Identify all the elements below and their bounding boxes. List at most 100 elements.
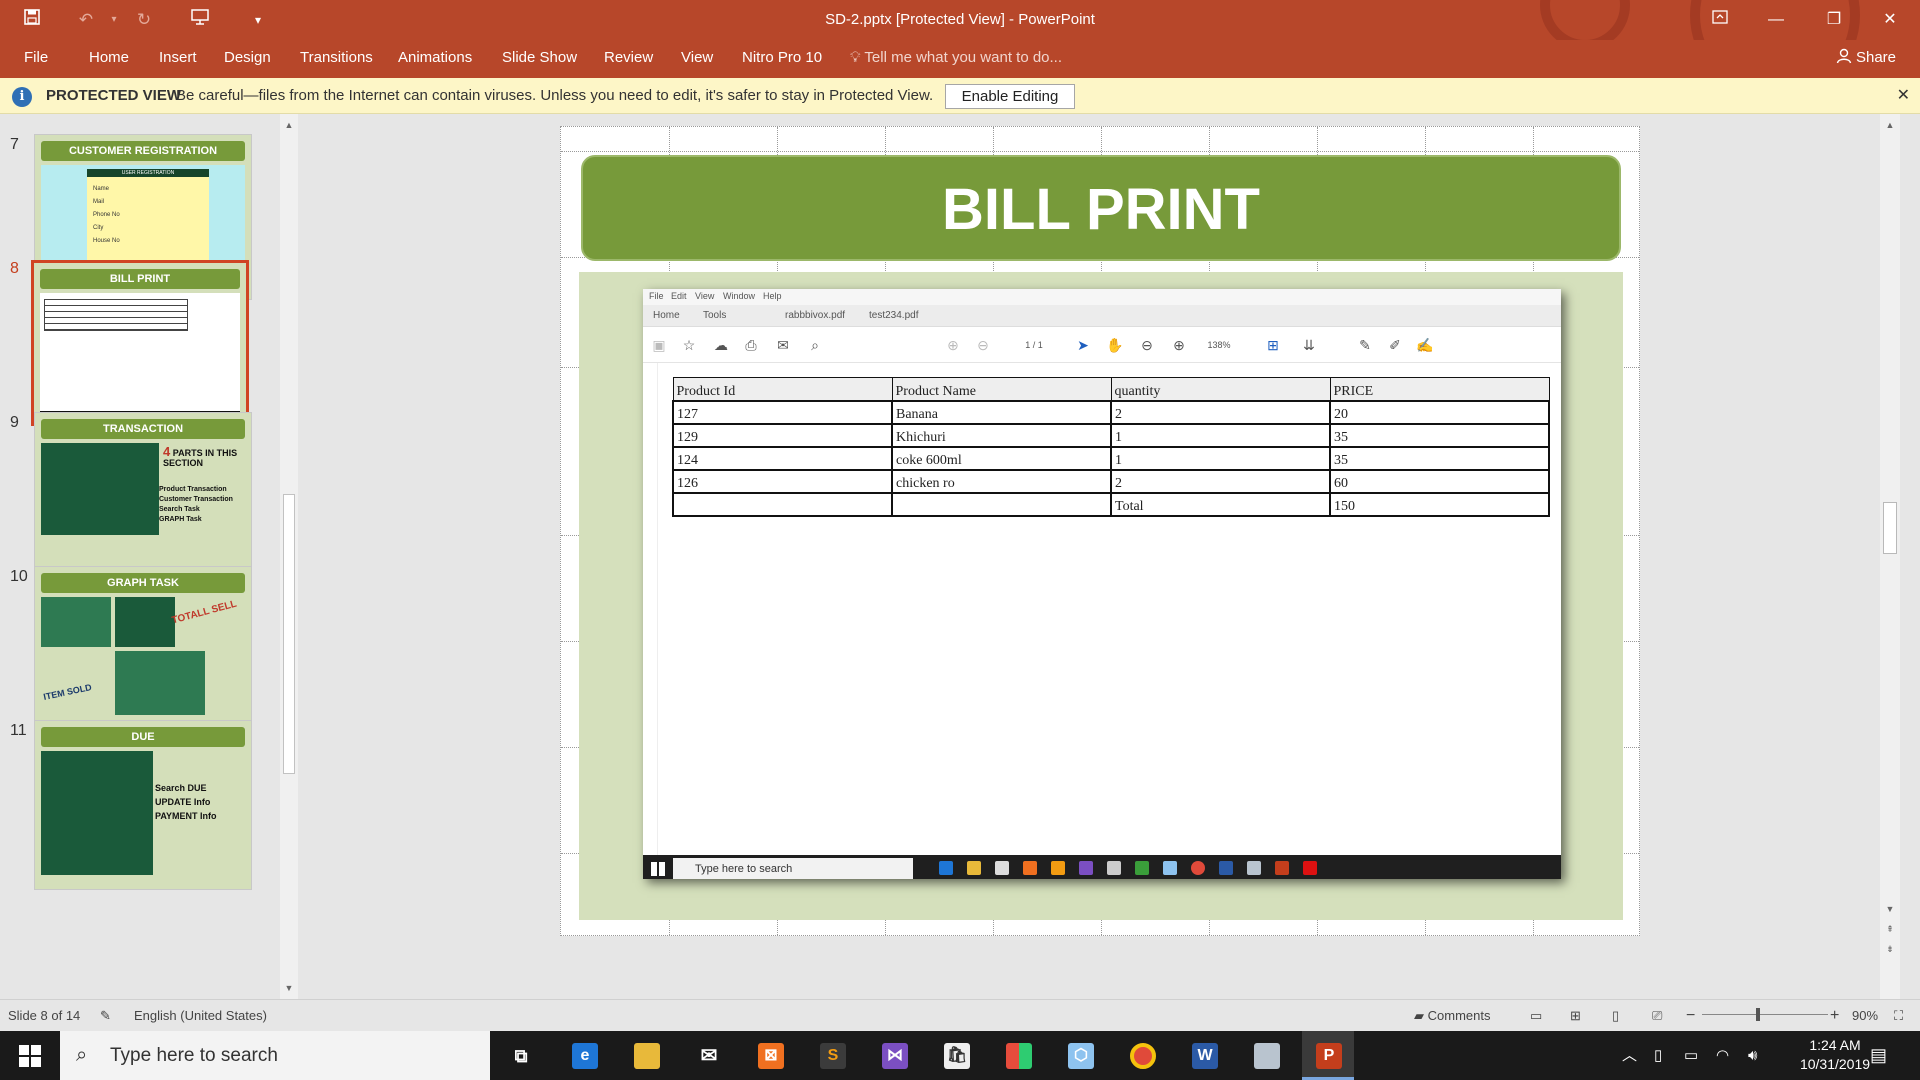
thumbnail-scrollbar[interactable]: ▲ ▼ [280, 114, 298, 999]
field-label: Mail [93, 199, 105, 205]
mail-icon: ✉ [700, 1045, 718, 1067]
store-button[interactable]: 🛍︎ [930, 1031, 982, 1080]
status-bar: Slide 8 of 14 ✎ English (United States) … [0, 999, 1920, 1031]
scroll-down-icon[interactable]: ▼ [1881, 900, 1899, 918]
minimize-icon[interactable]: — [1752, 0, 1800, 40]
editor-scrollbar[interactable]: ▲ ▼ ⇞ ⇟ [1880, 114, 1900, 999]
start-slideshow-icon[interactable] [186, 6, 214, 34]
xampp-button[interactable]: ⊠ [744, 1031, 796, 1080]
parts-text: 4 PARTS IN THIS SECTION [163, 445, 243, 468]
table-cell: 2 [1110, 399, 1331, 425]
tab-insert[interactable]: Insert [159, 40, 197, 78]
zoom-slider-handle[interactable] [1756, 1008, 1760, 1021]
mail-button[interactable]: ✉ [682, 1031, 734, 1080]
scroll-up-icon[interactable]: ▲ [280, 116, 298, 134]
time: 1:24 AM [1809, 1037, 1861, 1053]
table-cell: 150 [1329, 491, 1550, 517]
slide-title[interactable]: BILL PRINT [581, 155, 1621, 261]
parts-label: PARTS IN THIS SECTION [163, 448, 238, 468]
save-icon[interactable] [18, 6, 46, 34]
clock[interactable]: 1:24 AM 10/31/2019 [1790, 1036, 1880, 1074]
tab-home[interactable]: Home [89, 40, 129, 78]
network-app-button[interactable] [1240, 1031, 1292, 1080]
pdf-reader-screenshot[interactable]: File Edit View Window Help Home Tools ra… [643, 289, 1561, 879]
tab-design[interactable]: Design [224, 40, 271, 78]
zoom-slider[interactable] [1702, 1008, 1828, 1021]
tab-slide-show[interactable]: Slide Show [502, 40, 577, 78]
powerpoint-button[interactable]: P [1302, 1031, 1354, 1080]
tell-me-search[interactable]: 💡︎ Tell me what you want to do... [850, 40, 1062, 78]
notifications-icon[interactable]: ▤ [1870, 1031, 1887, 1080]
folder-icon [634, 1043, 660, 1069]
close-icon[interactable]: ✕ [1866, 0, 1914, 40]
fit-slide-icon[interactable]: ⛶ [1894, 1000, 1903, 1031]
scroll-down-icon[interactable]: ▼ [280, 979, 298, 997]
tab-review[interactable]: Review [604, 40, 653, 78]
show-hidden-icons[interactable]: ︿ [1622, 1031, 1637, 1080]
slide-sorter-icon[interactable]: ⊞ [1570, 1000, 1581, 1031]
spell-check-icon[interactable]: ✎ [100, 1000, 111, 1031]
undo-icon[interactable]: ↶ [72, 6, 100, 34]
restore-icon[interactable]: ❐ [1810, 0, 1858, 40]
scroll-up-icon[interactable]: ▲ [1881, 116, 1899, 134]
task-view-button[interactable]: ⧉ [494, 1031, 546, 1080]
slide-thumbnail-8[interactable]: BILL PRINT [31, 260, 249, 426]
info-icon: i [12, 87, 32, 107]
customize-toolbar-icon[interactable]: ▾ [244, 6, 272, 34]
slide-number: 10 [10, 568, 28, 585]
thumbnail-preview: TOTALL SELL ITEM SOLD [41, 597, 245, 721]
slide-thumbnail-9[interactable]: TRANSACTION 4 PARTS IN THIS SECTION Prod… [34, 412, 252, 578]
wifi-icon[interactable]: ◠ [1716, 1031, 1729, 1080]
redo-icon[interactable]: ↻ [130, 6, 158, 34]
screenshot-menu-bar: File Edit View Window Help [643, 289, 1561, 305]
next-slide-icon[interactable]: ⇟ [1881, 940, 1899, 958]
zoom-in-icon[interactable]: + [1830, 1000, 1839, 1031]
menu-item: View [695, 291, 715, 301]
enable-editing-button[interactable]: Enable Editing [945, 84, 1075, 109]
scrollbar-thumb[interactable] [283, 494, 295, 774]
ribbon-display-options-icon[interactable] [1696, 0, 1744, 40]
apps-button[interactable] [992, 1031, 1044, 1080]
undo-dropdown-icon[interactable]: ▾ [100, 6, 128, 34]
zoom-in-icon: ⊕ [1173, 337, 1185, 353]
windows-logo-icon [19, 1045, 41, 1067]
taskbar-search-box[interactable]: ⌕ Type here to search [60, 1031, 490, 1080]
tablet-icon[interactable]: ▯ [1654, 1031, 1662, 1080]
screenshot-toolbar: ▣ ☆ ☁ ⎙ ✉ ⌕ ⊕ ⊖ 1 / 1 ➤ ✋ ⊖ ⊕ 138% ⊞ ⇊ ✎ [643, 327, 1561, 363]
battery-icon[interactable]: ▭ [1684, 1031, 1698, 1080]
tab-transitions[interactable]: Transitions [300, 40, 373, 78]
slide-thumbnail-11[interactable]: DUE Search DUE UPDATE Info PAYMENT Info [34, 720, 252, 890]
tab-animations[interactable]: Animations [398, 40, 472, 78]
language-indicator[interactable]: English (United States) [134, 1000, 267, 1031]
cube-app-button[interactable]: ⬡ [1054, 1031, 1106, 1080]
file-explorer-button[interactable] [620, 1031, 672, 1080]
tab-file[interactable]: File [24, 40, 48, 78]
close-icon[interactable]: ✕ [1897, 78, 1910, 114]
chrome-button[interactable] [1116, 1031, 1168, 1080]
windows-taskbar: ⌕ Type here to search ⧉ e ✉ ⊠ S ⋈ 🛍︎ ⬡ W… [0, 1031, 1920, 1080]
table-cell [672, 491, 893, 517]
window-title: SD-2.pptx [Protected View] - PowerPoint [825, 11, 1095, 28]
mail-icon: ✉ [777, 337, 789, 353]
edge-button[interactable]: e [558, 1031, 610, 1080]
current-slide[interactable]: BILL PRINT File Edit View Window Help Ho… [560, 126, 1640, 936]
word-button[interactable]: W [1178, 1031, 1230, 1080]
zoom-out-icon[interactable]: − [1686, 1000, 1695, 1031]
previous-slide-icon[interactable]: ⇞ [1881, 920, 1899, 938]
slideshow-view-icon[interactable]: ⎚ [1652, 1000, 1662, 1031]
slide-thumbnail-10[interactable]: GRAPH TASK TOTALL SELL ITEM SOLD [34, 566, 252, 732]
sublime-button[interactable]: S [806, 1031, 858, 1080]
share-button[interactable]: Share [1836, 40, 1896, 78]
tab-view[interactable]: View [681, 40, 713, 78]
scrollbar-thumb[interactable] [1883, 502, 1897, 554]
visual-studio-button[interactable]: ⋈ [868, 1031, 920, 1080]
zoom-level[interactable]: 90% [1852, 1000, 1878, 1031]
volume-icon[interactable]: 🔊︎ [1748, 1031, 1757, 1080]
tab-nitro-pro[interactable]: Nitro Pro 10 [742, 40, 822, 78]
normal-view-icon[interactable]: ▭ [1530, 1000, 1542, 1031]
reading-view-icon[interactable]: ▯ [1612, 1000, 1619, 1031]
start-button[interactable] [0, 1031, 60, 1080]
windows-logo-icon [651, 862, 665, 876]
tab: rabbbivox.pdf [785, 310, 846, 321]
comments-button[interactable]: ▰ Comments [1414, 1000, 1490, 1031]
